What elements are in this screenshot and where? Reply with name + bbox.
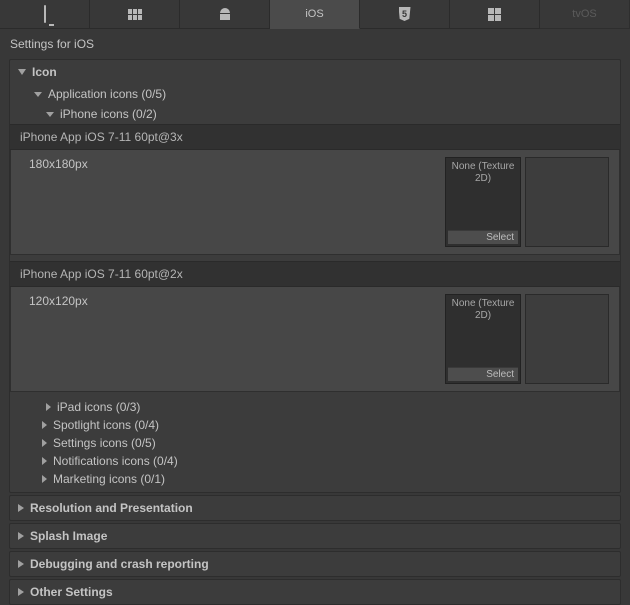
tab-android[interactable] <box>180 0 270 29</box>
iphone-icons-label: iPhone icons (0/2) <box>60 107 157 121</box>
spotlight-icons-fold[interactable]: Spotlight icons (0/4) <box>10 416 620 434</box>
marketing-icons-fold[interactable]: Marketing icons (0/1) <box>10 470 620 488</box>
texture-slot[interactable]: None (Texture 2D) Select <box>445 157 521 247</box>
icon-entry: iPhone App iOS 7-11 60pt@3x 180x180px No… <box>10 124 620 255</box>
tab-server[interactable] <box>90 0 180 29</box>
icon-entry: iPhone App iOS 7-11 60pt@2x 120x120px No… <box>10 261 620 392</box>
texture-slot-label: None (Texture 2D) <box>446 158 520 185</box>
icon-dimensions: 180x180px <box>21 157 445 171</box>
windows-icon <box>488 8 501 21</box>
chevron-down-icon <box>18 69 26 75</box>
chevron-right-icon <box>18 560 24 568</box>
notifications-icons-label: Notifications icons (0/4) <box>53 454 178 468</box>
tab-standalone[interactable] <box>0 0 90 29</box>
chevron-right-icon <box>46 403 51 411</box>
other-section-title: Other Settings <box>30 585 113 599</box>
chevron-down-icon <box>46 112 54 117</box>
ipad-icons-label: iPad icons (0/3) <box>57 400 140 414</box>
chevron-right-icon <box>42 439 47 447</box>
marketing-icons-label: Marketing icons (0/1) <box>53 472 165 486</box>
spotlight-icons-label: Spotlight icons (0/4) <box>53 418 159 432</box>
chevron-right-icon <box>42 475 47 483</box>
icon-section-header[interactable]: Icon <box>10 60 620 84</box>
icon-entry-title: iPhone App iOS 7-11 60pt@3x <box>10 124 620 150</box>
chevron-right-icon <box>18 532 24 540</box>
settings-icons-label: Settings icons (0/5) <box>53 436 156 450</box>
monitor-icon <box>44 6 46 22</box>
icon-preview <box>525 294 609 384</box>
select-button[interactable]: Select <box>448 230 518 244</box>
platform-tabs: iOS 5 tvOS <box>0 0 630 29</box>
texture-slot-label: None (Texture 2D) <box>446 295 520 322</box>
select-button[interactable]: Select <box>448 367 518 381</box>
other-section-header[interactable]: Other Settings <box>9 579 621 605</box>
icon-section-body: Application icons (0/5) iPhone icons (0/… <box>10 84 620 492</box>
tab-ios[interactable]: iOS <box>270 0 360 29</box>
texture-slot[interactable]: None (Texture 2D) Select <box>445 294 521 384</box>
android-icon <box>218 8 232 20</box>
icon-preview <box>525 157 609 247</box>
notifications-icons-fold[interactable]: Notifications icons (0/4) <box>10 452 620 470</box>
icon-entry-body: 180x180px None (Texture 2D) Select <box>10 150 620 255</box>
tab-tvos[interactable]: tvOS <box>540 0 630 29</box>
icon-entry-title: iPhone App iOS 7-11 60pt@2x <box>10 261 620 287</box>
chevron-down-icon <box>34 92 42 97</box>
settings-header: Settings for iOS <box>0 29 630 59</box>
chevron-right-icon <box>42 421 47 429</box>
settings-icons-fold[interactable]: Settings icons (0/5) <box>10 434 620 452</box>
icon-panel: Icon Application icons (0/5) iPhone icon… <box>9 59 621 493</box>
ios-label: iOS <box>305 8 323 20</box>
chevron-right-icon <box>18 588 24 596</box>
chevron-right-icon <box>42 457 47 465</box>
debug-section-header[interactable]: Debugging and crash reporting <box>9 551 621 577</box>
application-icons-label: Application icons (0/5) <box>48 87 166 101</box>
iphone-icons-fold[interactable]: iPhone icons (0/2) <box>10 104 620 124</box>
splash-section-header[interactable]: Splash Image <box>9 523 621 549</box>
ipad-icons-fold[interactable]: iPad icons (0/3) <box>10 398 620 416</box>
icon-entry-body: 120x120px None (Texture 2D) Select <box>10 287 620 392</box>
chevron-right-icon <box>18 504 24 512</box>
tvos-label: tvOS <box>572 8 596 20</box>
server-icon <box>128 9 142 20</box>
tab-uwp[interactable] <box>450 0 540 29</box>
resolution-section-title: Resolution and Presentation <box>30 501 193 515</box>
debug-section-title: Debugging and crash reporting <box>30 557 209 571</box>
splash-section-title: Splash Image <box>30 529 107 543</box>
icon-section-title: Icon <box>32 65 57 79</box>
application-icons-fold[interactable]: Application icons (0/5) <box>10 84 620 104</box>
icon-dimensions: 120x120px <box>21 294 445 308</box>
tab-webgl[interactable]: 5 <box>360 0 450 29</box>
resolution-section-header[interactable]: Resolution and Presentation <box>9 495 621 521</box>
html5-icon: 5 <box>399 7 411 21</box>
